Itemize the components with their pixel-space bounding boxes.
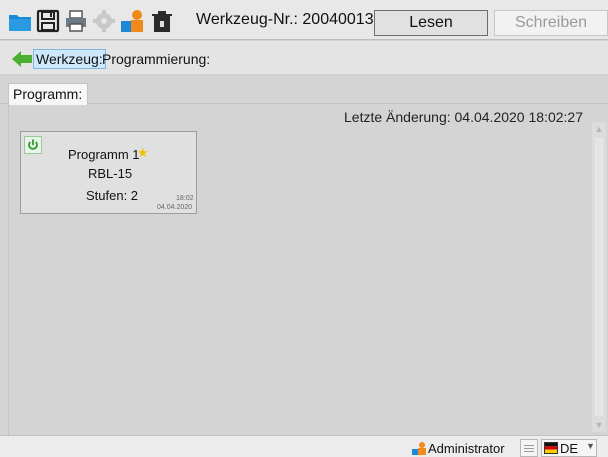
user-icon[interactable] bbox=[120, 9, 144, 33]
scroll-down-icon[interactable]: ▼ bbox=[592, 418, 606, 432]
status-bar bbox=[0, 435, 608, 457]
favorite-star-icon: ★ bbox=[137, 145, 149, 160]
scroll-up-icon[interactable]: ▲ bbox=[592, 122, 606, 136]
last-change-label: Letzte Änderung: 04.04.2020 18:02:27 bbox=[344, 109, 583, 125]
program-tool: RBL-15 bbox=[88, 166, 133, 181]
save-icon[interactable] bbox=[36, 9, 60, 33]
folder-icon[interactable] bbox=[8, 9, 32, 33]
scroll-track[interactable] bbox=[595, 138, 603, 416]
document-icon[interactable] bbox=[520, 439, 538, 457]
print-icon[interactable] bbox=[64, 9, 88, 33]
program-title: Programm 1 bbox=[68, 147, 140, 162]
tool-number: Werkzeug-Nr.: 20040013 bbox=[196, 11, 374, 28]
breadcrumb-current: Programmierung: bbox=[102, 51, 211, 67]
power-icon[interactable] bbox=[24, 136, 42, 154]
read-button[interactable]: Lesen bbox=[374, 10, 488, 36]
german-flag-icon bbox=[544, 442, 558, 454]
chevron-down-icon[interactable]: ▼ bbox=[586, 441, 595, 451]
tab-strip bbox=[0, 76, 608, 104]
breadcrumb-link-werkzeug[interactable]: Werkzeug: bbox=[33, 49, 106, 69]
tab-programm[interactable]: Programm: bbox=[8, 83, 88, 105]
program-time: 18:02 bbox=[176, 195, 194, 202]
write-button[interactable]: Schreiben bbox=[494, 10, 608, 36]
language-code: DE bbox=[560, 441, 579, 456]
program-date: 04.04.2020 bbox=[157, 204, 193, 211]
vertical-scrollbar[interactable]: ▲ ▼ bbox=[592, 122, 606, 432]
user-name: Administrator bbox=[428, 441, 505, 456]
settings-icon[interactable] bbox=[92, 9, 116, 33]
program-steps: Stufen: 2 bbox=[86, 188, 139, 203]
trash-icon[interactable] bbox=[150, 9, 174, 33]
user-status-icon bbox=[412, 442, 426, 455]
back-arrow-icon[interactable] bbox=[11, 50, 33, 68]
